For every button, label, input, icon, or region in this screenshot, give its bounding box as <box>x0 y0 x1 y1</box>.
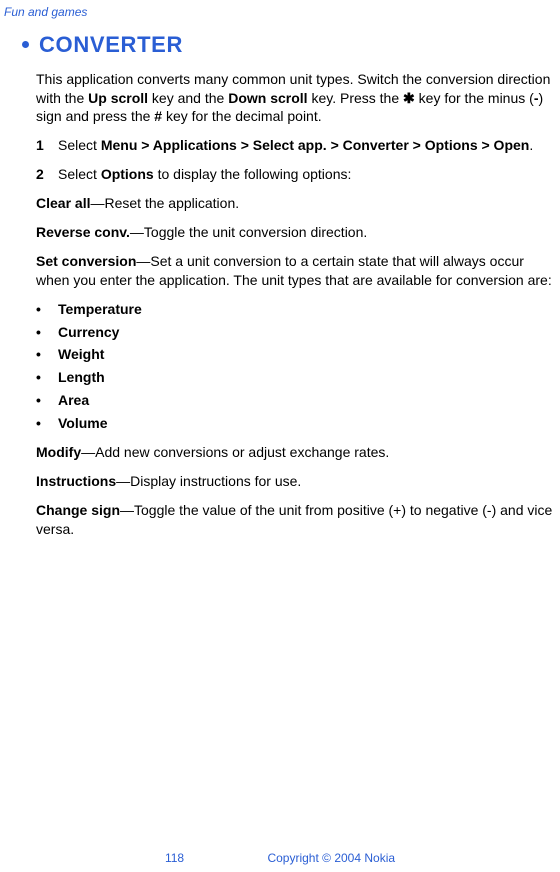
step-number: 1 <box>36 136 58 155</box>
option-clear-all: Clear all—Reset the application. <box>36 194 556 213</box>
option-modify: Modify—Add new conversions or adjust exc… <box>36 443 556 462</box>
option-name: Instructions <box>36 473 116 489</box>
option-instructions: Instructions—Display instructions for us… <box>36 472 556 491</box>
option-desc: —Add new conversions or adjust exchange … <box>81 444 389 460</box>
option-name: Set conversion <box>36 253 136 269</box>
option-name: Modify <box>36 444 81 460</box>
copyright-text: Copyright © 2004 Nokia <box>267 851 395 865</box>
unit-type: Currency <box>58 323 119 342</box>
page-footer: 118 Copyright © 2004 Nokia <box>0 850 560 866</box>
unit-type: Temperature <box>58 300 142 319</box>
step-1: 1 Select Menu > Applications > Select ap… <box>36 136 556 155</box>
page-number: 118 <box>165 850 184 866</box>
section-body: This application converts many common un… <box>36 70 556 539</box>
page-content: CONVERTER This application converts many… <box>24 30 556 549</box>
text: . <box>529 137 533 153</box>
option-name: Reverse conv. <box>36 224 130 240</box>
section-title: CONVERTER <box>39 30 183 60</box>
hash-key: # <box>154 108 162 124</box>
text: key for the minus ( <box>415 90 534 106</box>
option-name: Clear all <box>36 195 90 211</box>
text: key. Press the <box>308 90 403 106</box>
text: key and the <box>148 90 228 106</box>
unit-type: Volume <box>58 414 108 433</box>
list-item: Weight <box>36 345 556 364</box>
text: Select <box>58 137 101 153</box>
text: Select <box>58 166 101 182</box>
key-name: Down scroll <box>228 90 307 106</box>
option-desc: —Toggle the unit conversion direction. <box>130 224 367 240</box>
step-text: Select Menu > Applications > Select app.… <box>58 136 533 155</box>
option-desc: —Reset the application. <box>90 195 239 211</box>
unit-type: Weight <box>58 345 104 364</box>
text: to display the following options: <box>154 166 352 182</box>
list-item: Currency <box>36 323 556 342</box>
section-heading: CONVERTER <box>24 30 556 60</box>
list-item: Area <box>36 391 556 410</box>
text: key for the decimal point. <box>162 108 322 124</box>
unit-type: Length <box>58 368 105 387</box>
list-item: Length <box>36 368 556 387</box>
list-item: Volume <box>36 414 556 433</box>
step-number: 2 <box>36 165 58 184</box>
option-change-sign: Change sign—Toggle the value of the unit… <box>36 501 556 539</box>
option-set-conversion: Set conversion—Set a unit conversion to … <box>36 252 556 290</box>
star-icon: ✱ <box>403 90 415 106</box>
bullet-icon <box>22 41 29 48</box>
option-reverse-conv: Reverse conv.—Toggle the unit conversion… <box>36 223 556 242</box>
step-2: 2 Select Options to display the followin… <box>36 165 556 184</box>
list-item: Temperature <box>36 300 556 319</box>
key-name: Up scroll <box>88 90 148 106</box>
option-name: Change sign <box>36 502 120 518</box>
menu-item: Options <box>101 166 154 182</box>
running-head: Fun and games <box>4 4 87 20</box>
intro-paragraph: This application converts many common un… <box>36 70 556 127</box>
unit-types-list: Temperature Currency Weight Length Area … <box>36 300 556 433</box>
option-desc: —Display instructions for use. <box>116 473 301 489</box>
step-text: Select Options to display the following … <box>58 165 351 184</box>
menu-path: Menu > Applications > Select app. > Conv… <box>101 137 530 153</box>
unit-type: Area <box>58 391 89 410</box>
